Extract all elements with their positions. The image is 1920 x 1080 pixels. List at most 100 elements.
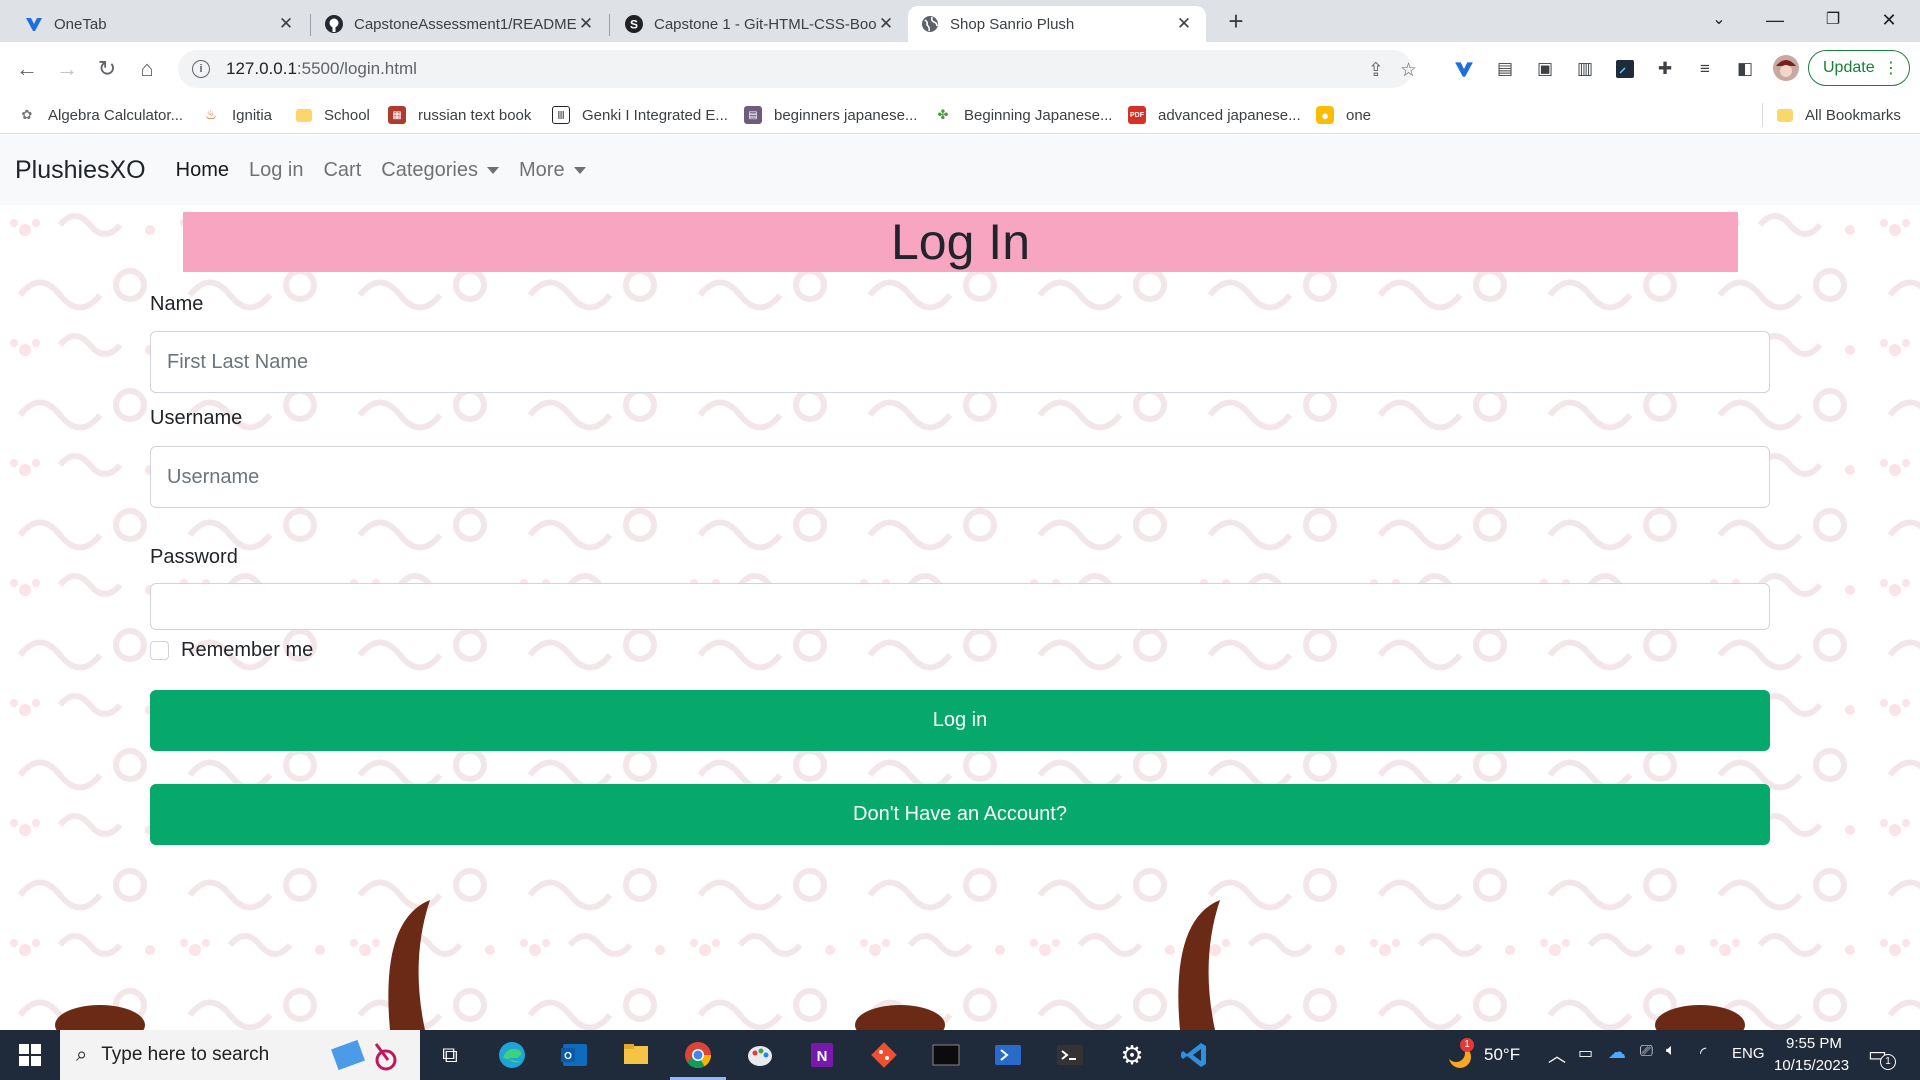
algebra-icon: ✿ [21, 107, 33, 122]
name-input[interactable] [150, 331, 1770, 393]
nav-categories-dropdown[interactable]: Categories [381, 159, 499, 182]
site-brand[interactable]: PlushiesXO [15, 156, 146, 185]
url-host: 127.0.0.1 [226, 59, 297, 78]
outlook-icon[interactable]: O [558, 1039, 590, 1071]
settings-gear-icon[interactable]: ⚙ [1116, 1039, 1148, 1071]
task-view-icon[interactable]: ⧉ [434, 1039, 466, 1071]
bookmark-star-icon[interactable]: ☆ [1400, 59, 1417, 82]
bookmarks-bar: ✿ Algebra Calculator... ♨ Ignitia School… [0, 96, 1920, 134]
tab-github-readme[interactable]: CapstoneAssessment1/README ✕ [312, 6, 608, 42]
tab-capstone[interactable]: S Capstone 1 - Git-HTML-CSS-Boo ✕ [612, 6, 908, 42]
restore-icon[interactable]: ❐ [1810, 4, 1856, 36]
close-tab-icon[interactable]: ✕ [1174, 14, 1194, 34]
address-bar[interactable]: i 127.0.0.1:5500/login.html ⇪ ☆ [178, 50, 1417, 88]
onenote-icon[interactable]: N [806, 1039, 838, 1071]
password-input[interactable] [150, 583, 1770, 630]
close-tab-icon[interactable]: ✕ [576, 14, 596, 34]
bookmark-advanced-japanese[interactable]: PDF advanced japanese... [1128, 103, 1301, 127]
git-icon[interactable] [868, 1039, 900, 1071]
bookmark-label: advanced japanese... [1158, 106, 1301, 124]
command-prompt-icon[interactable] [930, 1039, 962, 1071]
site-info-icon[interactable]: i [192, 60, 210, 78]
bookmark-genki[interactable]: Ⅲ Genki I Integrated E... [552, 103, 728, 127]
update-button[interactable]: Update ⋮ [1808, 50, 1910, 86]
url-text: 127.0.0.1:5500/login.html [226, 59, 417, 79]
login-button[interactable]: Log in [150, 690, 1770, 751]
terminal-icon[interactable] [1054, 1039, 1086, 1071]
clock-time[interactable]: 9:55 PM [1786, 1035, 1842, 1052]
new-tab-button[interactable]: + [1222, 8, 1250, 36]
reading-list-icon[interactable]: ≡ [1694, 58, 1716, 80]
bookmark-algebra[interactable]: ✿ Algebra Calculator... [18, 103, 184, 127]
nav-more-label: More [519, 158, 565, 181]
bookmark-beginning-japanese[interactable]: ✤ Beginning Japanese... [934, 103, 1113, 127]
nav-home[interactable]: Home [176, 159, 229, 182]
nav-cart[interactable]: Cart [323, 159, 361, 182]
share-icon[interactable]: ⇪ [1368, 59, 1384, 82]
weather-temp[interactable]: 50°F [1484, 1045, 1520, 1065]
close-tab-icon[interactable]: ✕ [276, 14, 296, 34]
bookmark-ignitia[interactable]: ♨ Ignitia [202, 103, 272, 127]
extensions-puzzle-icon[interactable]: ✚ [1654, 58, 1676, 80]
columns-extension-icon[interactable]: ▥ [1574, 58, 1596, 80]
vscode-icon[interactable] [1178, 1039, 1210, 1071]
onedrive-icon[interactable]: ☁ [1608, 1042, 1626, 1063]
reader-extension-icon[interactable]: ▤ [1494, 58, 1516, 80]
forward-icon[interactable]: → [52, 54, 82, 84]
all-bookmarks[interactable]: All Bookmarks [1762, 103, 1901, 127]
browser-toolbar: ← → ↻ ⌂ i 127.0.0.1:5500/login.html ⇪ ☆ … [0, 42, 1920, 96]
tab-search-icon[interactable]: ⌄ [1696, 4, 1742, 36]
back-icon[interactable]: ← [12, 54, 42, 84]
picture-in-picture-icon[interactable]: ▣ [1534, 58, 1556, 80]
tab-onetab[interactable]: OneTab ✕ [12, 6, 308, 42]
home-icon[interactable]: ⌂ [132, 54, 162, 84]
tab-separator [609, 14, 610, 36]
remember-me-label[interactable]: Remember me [181, 639, 313, 662]
site-navbar: PlushiesXO Home Log in Cart Categories M… [0, 135, 1920, 205]
windows-start-icon[interactable] [14, 1039, 46, 1071]
page-icon: ▤ [744, 106, 762, 124]
username-input[interactable] [150, 446, 1770, 508]
show-hidden-icons-icon[interactable]: ︿ [1548, 1042, 1566, 1068]
profile-avatar[interactable] [1772, 54, 1800, 82]
menu-dots-icon[interactable]: ⋮ [1883, 58, 1899, 78]
bookmark-school[interactable]: School [296, 103, 370, 127]
close-window-icon[interactable]: ✕ [1866, 4, 1912, 36]
minimize-icon[interactable]: — [1752, 4, 1798, 36]
bookmark-one[interactable]: ● one [1316, 103, 1371, 127]
file-explorer-icon[interactable] [620, 1039, 652, 1071]
terminal-extension-icon[interactable] [1614, 58, 1636, 80]
nav-login[interactable]: Log in [249, 159, 304, 182]
remember-me-row: Remember me [150, 639, 313, 662]
bookmark-beginners-japanese[interactable]: ▤ beginners japanese... [744, 103, 917, 127]
volume-icon[interactable]: 🔈︎ [1666, 1042, 1676, 1060]
reload-icon[interactable]: ↻ [92, 54, 122, 84]
nav-categories-label: Categories [381, 158, 478, 181]
side-panel-icon[interactable]: ◧ [1734, 58, 1756, 80]
bookmark-label: russian text book [418, 106, 532, 124]
update-label: Update [1823, 59, 1875, 76]
bookmark-russian[interactable]: ▦ russian text book [388, 103, 531, 127]
clock-date[interactable]: 10/15/2023 [1774, 1057, 1849, 1074]
close-tab-icon[interactable]: ✕ [876, 14, 896, 34]
tab-shop-sanrio[interactable]: Shop Sanrio Plush ✕ [908, 6, 1206, 42]
language-indicator[interactable]: ENG [1732, 1045, 1765, 1062]
powershell-icon[interactable] [992, 1039, 1024, 1071]
bookmark-label: Beginning Japanese... [964, 106, 1113, 124]
taskbar-search[interactable]: ⌕ Type here to search [60, 1030, 420, 1080]
tab-title: OneTab [54, 15, 107, 33]
battery-icon[interactable]: ▭ [1578, 1043, 1593, 1063]
onetab-extension-icon[interactable] [1453, 58, 1475, 80]
tab-strip: OneTab ✕ CapstoneAssessment1/README ✕ S … [0, 0, 1920, 42]
svg-text:O: O [564, 1051, 572, 1062]
wifi-icon[interactable]: ◜ [1700, 1043, 1706, 1063]
edge-icon[interactable] [496, 1039, 528, 1071]
svg-text:N: N [817, 1048, 828, 1065]
signup-button[interactable]: Don't Have an Account? [150, 784, 1770, 845]
device-icon[interactable]: ⎚ [1640, 1043, 1653, 1061]
remember-me-checkbox[interactable] [150, 641, 169, 660]
chrome-icon[interactable] [682, 1039, 714, 1071]
paint-icon[interactable] [744, 1039, 776, 1071]
nav-more-dropdown[interactable]: More [519, 159, 586, 182]
book-icon: ▦ [388, 106, 406, 124]
